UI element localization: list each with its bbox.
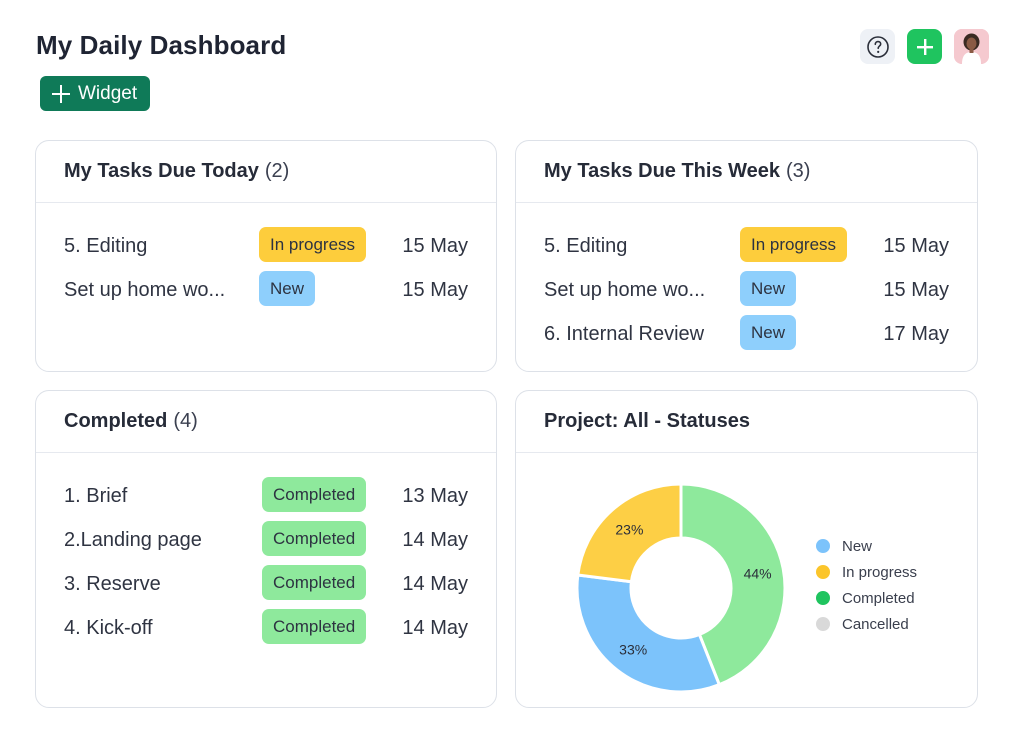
card-title: My Tasks Due Today: [64, 160, 259, 182]
card-project-statuses: Project: All - Statuses 44% 33% 23% New In …: [515, 390, 978, 708]
top-actions: [860, 29, 989, 64]
legend-label: Completed: [842, 589, 915, 607]
help-button[interactable]: [860, 29, 895, 64]
task-name: 3. Reserve: [64, 573, 161, 595]
card-title: Completed: [64, 410, 168, 432]
status-badge: Completed: [262, 521, 367, 556]
status-badge: Completed: [262, 565, 367, 600]
task-date: 15 May: [402, 279, 468, 301]
task-name: 5. Editing: [544, 235, 628, 257]
question-circle-icon: [866, 35, 889, 58]
donut-slice-new[interactable]: [575, 573, 722, 694]
task-name: 1. Brief: [64, 485, 128, 507]
task-row[interactable]: 5. Editing In progress 15 May: [516, 227, 977, 263]
task-name: 4. Kick-off: [64, 617, 153, 639]
task-name: Set up home wo...: [544, 279, 706, 301]
plus-icon: [52, 84, 70, 103]
task-date: 15 May: [883, 235, 949, 257]
task-row[interactable]: 3. Reserve Completed 14 May: [36, 565, 496, 601]
card-completed: Completed (4) 1. Brief Completed 13 May …: [35, 390, 497, 708]
status-badge: In progress: [259, 227, 367, 262]
slice-label: 44%: [744, 565, 772, 581]
task-name: 2.Landing page: [64, 529, 202, 551]
legend-dot: [816, 539, 830, 553]
add-widget-button[interactable]: Widget: [40, 76, 151, 111]
card-header: My Tasks Due Today (2): [36, 141, 496, 203]
chart-area: 44% 33% 23% New In progress Completed Cancell…: [516, 453, 977, 707]
task-date: 15 May: [402, 235, 468, 257]
status-badge: New: [259, 271, 316, 306]
card-count: (2): [264, 160, 290, 182]
legend-item-completed[interactable]: Completed: [816, 585, 917, 611]
task-date: 13 May: [402, 485, 468, 507]
task-date: 14 May: [402, 529, 468, 551]
slice-label: 33%: [619, 642, 647, 658]
task-date: 14 May: [402, 617, 468, 639]
legend-label: In progress: [842, 563, 918, 581]
legend-label: Cancelled: [842, 615, 909, 633]
avatar-image: [954, 29, 989, 64]
task-name: 5. Editing: [64, 235, 148, 257]
page-title: My Daily Dashboard: [36, 30, 287, 60]
card-header: Completed (4): [36, 391, 496, 453]
card-count: (4): [173, 410, 198, 432]
status-badge: Completed: [262, 609, 367, 644]
chart-legend: New In progress Completed Cancelled: [816, 533, 917, 637]
slice-label: 23%: [615, 521, 643, 537]
task-row[interactable]: Set up home wo... New 15 May: [516, 271, 977, 307]
card-header: My Tasks Due This Week (3): [516, 141, 977, 203]
legend-dot: [816, 617, 830, 631]
legend-dot: [816, 591, 830, 605]
card-title: Project: All - Statuses: [544, 410, 750, 432]
status-badge: New: [740, 315, 797, 350]
task-name: 6. Internal Review: [544, 323, 705, 345]
card-header: Project: All - Statuses: [516, 391, 977, 453]
legend-item-new[interactable]: New: [816, 533, 917, 559]
status-badge: In progress: [740, 227, 848, 262]
task-row[interactable]: 6. Internal Review New 17 May: [516, 315, 977, 351]
task-date: 14 May: [402, 573, 468, 595]
legend-item-cancelled[interactable]: Cancelled: [816, 611, 917, 637]
card-count: (3): [786, 160, 811, 182]
legend-item-in-progress[interactable]: In progress: [816, 559, 917, 585]
task-row[interactable]: 5. Editing In progress 15 May: [36, 227, 496, 263]
task-row[interactable]: Set up home wo... New 15 May: [36, 271, 496, 307]
widget-button-label: Widget: [78, 82, 138, 104]
card-tasks-due-today: My Tasks Due Today (2) 5. Editing In pro…: [35, 140, 497, 372]
user-avatar[interactable]: [954, 29, 989, 64]
status-badge: Completed: [262, 477, 367, 512]
task-date: 17 May: [883, 323, 949, 345]
task-row[interactable]: 1. Brief Completed 13 May: [36, 477, 496, 513]
status-badge: New: [740, 271, 797, 306]
legend-dot: [816, 565, 830, 579]
status-donut-chart: 44% 33% 23%: [575, 482, 787, 694]
task-name: Set up home wo...: [64, 279, 226, 301]
task-row[interactable]: 2.Landing page Completed 14 May: [36, 521, 496, 557]
task-row[interactable]: 4. Kick-off Completed 14 May: [36, 609, 496, 645]
card-tasks-due-this-week: My Tasks Due This Week (3) 5. Editing In…: [515, 140, 978, 372]
legend-label: New: [842, 537, 873, 555]
add-button[interactable]: [907, 29, 942, 64]
plus-icon: [916, 38, 933, 55]
task-date: 15 May: [883, 279, 949, 301]
card-title: My Tasks Due This Week: [544, 160, 781, 182]
